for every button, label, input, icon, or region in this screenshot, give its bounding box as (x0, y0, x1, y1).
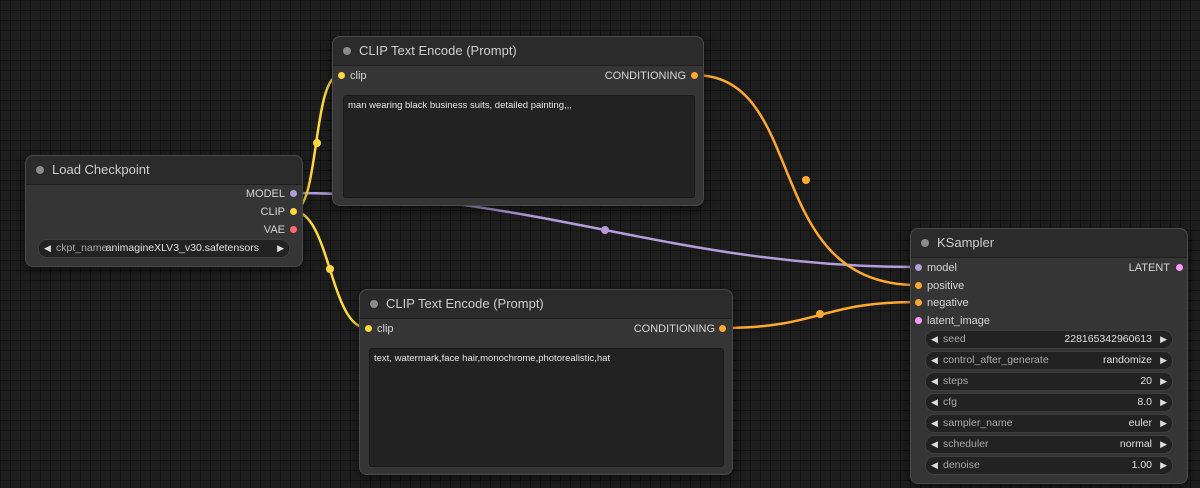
collapse-dot-icon[interactable] (36, 166, 44, 174)
widget-value: 8.0 (1137, 396, 1152, 408)
link-positive-midpoint[interactable] (802, 176, 810, 184)
link-model-midpoint[interactable] (601, 226, 609, 234)
output-latent-label: LATENT (1128, 262, 1170, 274)
input-clip-label: clip (377, 323, 394, 335)
widget-label: control_after_generate (943, 354, 1049, 366)
input-clip-slot[interactable] (338, 72, 345, 79)
link-clip-positive-midpoint[interactable] (313, 139, 321, 147)
decrement-arrow-icon[interactable]: ◀ (931, 457, 938, 474)
input-model-label: model (927, 262, 957, 274)
output-vae-label: VAE (263, 224, 285, 236)
scheduler-widget[interactable]: ◀ scheduler normal ▶ (925, 435, 1173, 454)
clip-text-encode-negative-node[interactable]: CLIP Text Encode (Prompt) clip CONDITION… (359, 289, 733, 475)
clip-text-encode-positive-node[interactable]: CLIP Text Encode (Prompt) clip CONDITION… (332, 36, 704, 206)
increment-arrow-icon[interactable]: ▶ (1160, 436, 1167, 453)
output-model-slot[interactable] (290, 190, 297, 197)
node-title-bar[interactable]: Load Checkpoint (26, 156, 302, 185)
node-title-bar[interactable]: CLIP Text Encode (Prompt) (333, 37, 703, 66)
load-checkpoint-node[interactable]: Load Checkpoint MODEL CLIP VAE ◀ ckpt_na… (25, 155, 303, 267)
node-title: Load Checkpoint (52, 162, 150, 177)
increment-arrow-icon[interactable]: ▶ (1160, 352, 1167, 369)
decrement-arrow-icon[interactable]: ◀ (931, 331, 938, 348)
output-latent-slot[interactable] (1176, 264, 1183, 271)
widget-label: cfg (943, 396, 958, 408)
increment-arrow-icon[interactable]: ▶ (1160, 457, 1167, 474)
seed-widget[interactable]: ◀ seed 228165342960613 ▶ (925, 330, 1173, 349)
cfg-widget[interactable]: ◀ cfg 8.0 ▶ (925, 393, 1173, 412)
input-negative-slot[interactable] (915, 299, 922, 306)
widget-value: normal (1119, 438, 1152, 450)
node-title: CLIP Text Encode (Prompt) (386, 296, 544, 311)
increment-arrow-icon[interactable]: ▶ (1160, 415, 1167, 432)
widget-label: scheduler (943, 438, 989, 450)
widget-value: euler (1128, 417, 1152, 429)
widget-value: animagineXLV3_v30.safetensors (105, 242, 259, 254)
increment-arrow-icon[interactable]: ▶ (1160, 331, 1167, 348)
widget-value: randomize (1102, 354, 1152, 366)
input-positive-label: positive (927, 280, 965, 292)
node-title: CLIP Text Encode (Prompt) (359, 43, 517, 58)
decrement-arrow-icon[interactable]: ◀ (931, 436, 938, 453)
prompt-textarea[interactable]: text, watermark,face hair,monochrome,pho… (369, 348, 724, 467)
node-title-bar[interactable]: CLIP Text Encode (Prompt) (360, 290, 732, 319)
output-clip-slot[interactable] (290, 208, 297, 215)
output-clip-label: CLIP (260, 206, 285, 218)
input-model-slot[interactable] (915, 264, 922, 271)
widget-label: steps (943, 375, 969, 387)
output-conditioning-label: CONDITIONING (633, 323, 715, 335)
decrement-arrow-icon[interactable]: ◀ (44, 240, 51, 257)
prompt-textarea[interactable]: man wearing black business suits, detail… (343, 95, 695, 198)
sampler-name-widget[interactable]: ◀ sampler_name euler ▶ (925, 414, 1173, 433)
widget-value: 228165342960613 (1064, 333, 1152, 345)
input-negative-label: negative (927, 297, 969, 309)
output-conditioning-label: CONDITIONING (604, 70, 686, 82)
node-title: KSampler (937, 235, 995, 250)
output-conditioning-slot[interactable] (691, 72, 698, 79)
link-clip-negative-midpoint[interactable] (326, 265, 334, 273)
ksampler-node[interactable]: KSampler model LATENT positive negative … (910, 228, 1188, 484)
increment-arrow-icon[interactable]: ▶ (1160, 394, 1167, 411)
decrement-arrow-icon[interactable]: ◀ (931, 415, 938, 432)
collapse-dot-icon[interactable] (921, 239, 929, 247)
decrement-arrow-icon[interactable]: ◀ (931, 352, 938, 369)
collapse-dot-icon[interactable] (343, 47, 351, 55)
input-latent-image-label: latent_image (927, 315, 990, 327)
widget-value: 1.00 (1131, 459, 1152, 471)
widget-value: 20 (1140, 375, 1152, 387)
increment-arrow-icon[interactable]: ▶ (277, 240, 284, 257)
node-title-bar[interactable]: KSampler (911, 229, 1187, 258)
widget-label: sampler_name (943, 417, 1013, 429)
link-negative-midpoint[interactable] (816, 310, 824, 318)
ckpt-name-combo[interactable]: ◀ ckpt_name animagineXLV3_v30.safetensor… (38, 239, 290, 258)
input-latent-image-slot[interactable] (915, 317, 922, 324)
collapse-dot-icon[interactable] (370, 300, 378, 308)
control-after-generate-widget[interactable]: ◀ control_after_generate randomize ▶ (925, 351, 1173, 370)
denoise-widget[interactable]: ◀ denoise 1.00 ▶ (925, 456, 1173, 475)
input-clip-label: clip (350, 70, 367, 82)
input-clip-slot[interactable] (365, 325, 372, 332)
output-vae-slot[interactable] (290, 226, 297, 233)
decrement-arrow-icon[interactable]: ◀ (931, 394, 938, 411)
increment-arrow-icon[interactable]: ▶ (1160, 373, 1167, 390)
steps-widget[interactable]: ◀ steps 20 ▶ (925, 372, 1173, 391)
widget-label: denoise (943, 459, 980, 471)
output-conditioning-slot[interactable] (719, 325, 726, 332)
input-positive-slot[interactable] (915, 282, 922, 289)
decrement-arrow-icon[interactable]: ◀ (931, 373, 938, 390)
widget-label: ckpt_name (56, 242, 108, 254)
output-model-label: MODEL (245, 188, 285, 200)
widget-label: seed (943, 333, 966, 345)
